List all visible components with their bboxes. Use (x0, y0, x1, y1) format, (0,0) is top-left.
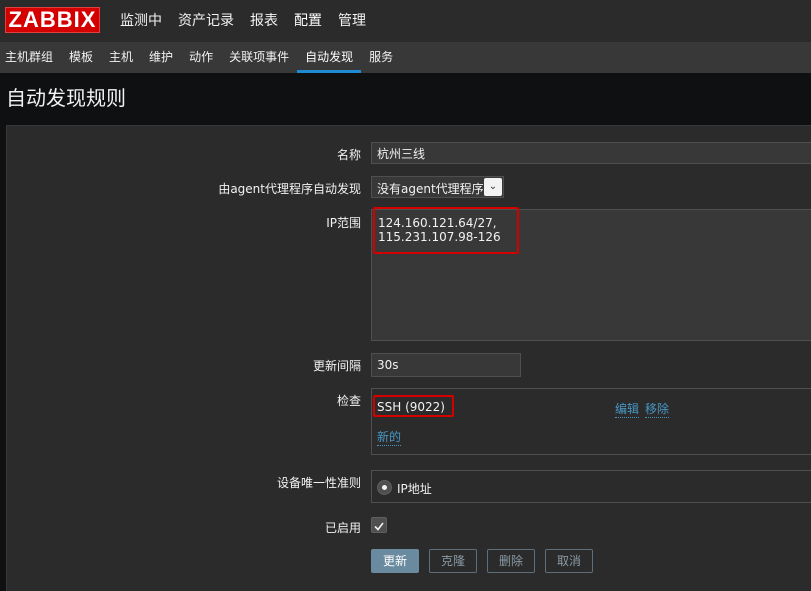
ip-range-label: IP范围 (326, 216, 361, 230)
uniqueness-radio-group: IP地址 (371, 470, 811, 503)
clone-button[interactable]: 克隆 (429, 549, 477, 573)
submenu-item-correlation[interactable]: 关联项事件 (221, 42, 297, 73)
proxy-select[interactable]: 没有agent代理程序 ⌄ (371, 176, 504, 198)
main-menu: 监测中 资产记录 报表 配置 管理 (112, 0, 374, 42)
submenu-item-maintenance[interactable]: 维护 (141, 42, 181, 73)
submenu-item-actions[interactable]: 动作 (181, 42, 221, 73)
enabled-checkbox[interactable] (371, 517, 387, 533)
top-navigation-bar: ZABBIX 监测中 资产记录 报表 配置 管理 (0, 0, 811, 42)
sub-menu: 主机群组 模板 主机 维护 动作 关联项事件 自动发现 服务 (0, 42, 811, 73)
chevron-down-icon: ⌄ (484, 178, 502, 196)
proxy-select-value: 没有agent代理程序 (377, 182, 484, 196)
enabled-label: 已启用 (324, 521, 361, 535)
check-item-highlight (373, 395, 454, 417)
menu-item-reports[interactable]: 报表 (242, 0, 286, 42)
delete-button[interactable]: 删除 (487, 549, 535, 573)
ip-range-highlight (373, 207, 519, 254)
zabbix-logo[interactable]: ZABBIX (5, 7, 100, 33)
menu-item-administration[interactable]: 管理 (330, 0, 374, 42)
new-check-link[interactable]: 新的 (377, 428, 402, 446)
checkmark-icon (374, 522, 384, 531)
checks-label: 检查 (336, 394, 361, 408)
submenu-item-discovery[interactable]: 自动发现 (297, 42, 361, 73)
uniqueness-label: 设备唯一性准则 (276, 476, 361, 490)
ip-address-radio[interactable] (377, 480, 392, 495)
name-input[interactable] (371, 142, 811, 164)
menu-item-inventory[interactable]: 资产记录 (170, 0, 242, 42)
submenu-item-services[interactable]: 服务 (361, 42, 401, 73)
proxy-label: 由agent代理程序自动发现 (218, 182, 361, 196)
update-interval-input[interactable] (371, 353, 521, 377)
update-button[interactable]: 更新 (371, 549, 419, 573)
update-interval-label: 更新间隔 (312, 359, 361, 373)
submenu-item-templates[interactable]: 模板 (61, 42, 101, 73)
cancel-button[interactable]: 取消 (545, 549, 593, 573)
submenu-item-host-groups[interactable]: 主机群组 (0, 42, 61, 73)
name-label: 名称 (336, 148, 361, 162)
menu-item-monitoring[interactable]: 监测中 (112, 0, 170, 42)
ip-address-radio-label: IP地址 (397, 482, 432, 496)
remove-check-link[interactable]: 移除 (645, 400, 670, 418)
menu-item-configuration[interactable]: 配置 (286, 0, 330, 42)
page-title: 自动发现规则 (6, 86, 126, 110)
submenu-item-hosts[interactable]: 主机 (101, 42, 141, 73)
edit-check-link[interactable]: 编辑 (615, 400, 640, 418)
